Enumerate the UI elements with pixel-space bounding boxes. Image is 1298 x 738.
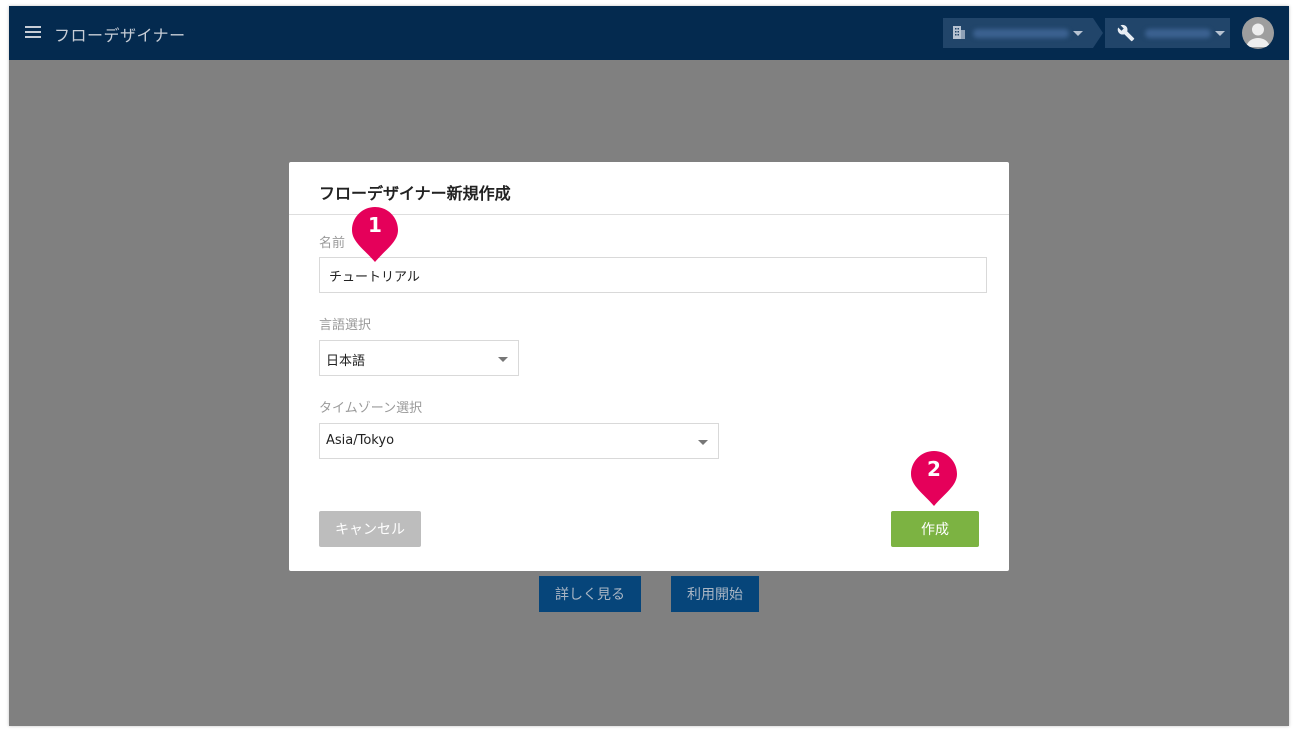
redacted-organization-name <box>973 29 1069 38</box>
callout-number: 1 <box>368 213 382 237</box>
chevron-down-icon <box>698 440 708 445</box>
learn-more-button[interactable]: 詳しく見る <box>539 576 641 612</box>
app-window: フローデザイナー 詳しく見る 利用開始 フローデザイナー新規作成 名前 チュート… <box>9 6 1289 726</box>
chevron-down-icon <box>498 357 508 362</box>
name-input[interactable] <box>319 257 987 293</box>
app-title: フローデザイナー <box>54 26 186 45</box>
wrench-icon <box>1117 24 1135 42</box>
language-select-value: 日本語 <box>326 354 366 369</box>
start-using-button[interactable]: 利用開始 <box>671 576 759 612</box>
chevron-down-icon <box>1215 31 1225 36</box>
breadcrumb-arrow <box>1093 18 1103 48</box>
language-label: 言語選択 <box>319 318 372 333</box>
top-bar: フローデザイナー <box>9 6 1289 60</box>
callout-number: 2 <box>927 457 941 481</box>
language-select[interactable]: 日本語 <box>319 340 519 376</box>
cancel-button[interactable]: キャンセル <box>319 511 421 547</box>
hamburger-icon[interactable] <box>25 26 41 40</box>
timezone-label: タイムゾーン選択 <box>319 401 423 416</box>
building-icon <box>953 26 965 39</box>
callout-marker-1: 1 <box>351 206 399 264</box>
dialog-title: フローデザイナー新規作成 <box>319 184 511 203</box>
name-label: 名前 <box>319 236 346 251</box>
create-button[interactable]: 作成 <box>891 511 979 547</box>
timezone-select[interactable]: Asia/Tokyo <box>319 423 719 459</box>
organization-selector[interactable] <box>943 18 1093 48</box>
redacted-workspace-name <box>1145 29 1211 38</box>
user-avatar-icon[interactable] <box>1242 17 1274 49</box>
timezone-select-value: Asia/Tokyo <box>326 433 395 448</box>
workspace-selector[interactable] <box>1105 18 1230 48</box>
chevron-down-icon <box>1073 31 1083 36</box>
create-dialog: フローデザイナー新規作成 名前 言語選択 日本語 タイムゾーン選択 Asia/T… <box>289 162 1009 571</box>
callout-marker-2: 2 <box>910 450 958 508</box>
